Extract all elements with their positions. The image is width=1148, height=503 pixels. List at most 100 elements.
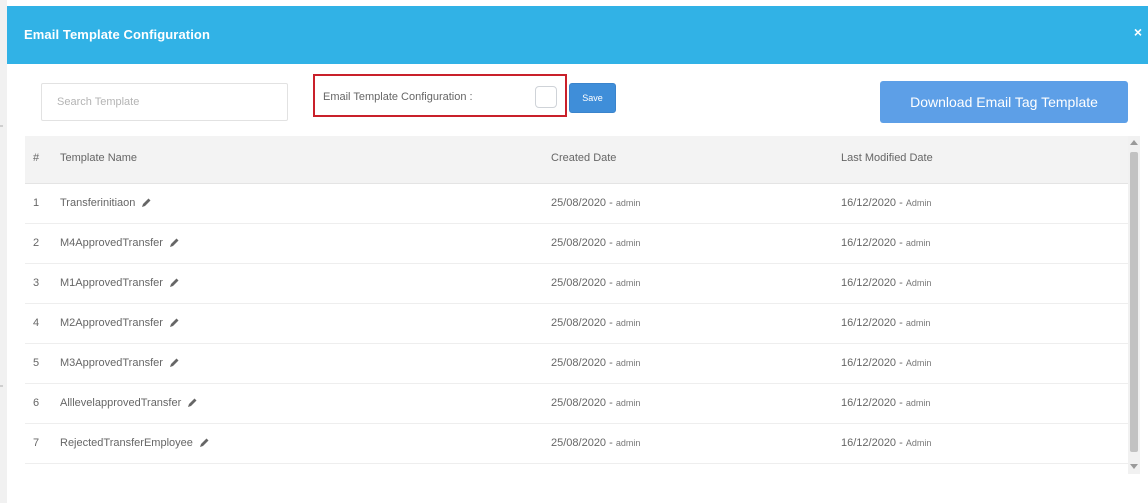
template-name: Transferinitiaon	[60, 197, 136, 209]
modified-by: Admin	[905, 198, 932, 208]
created-by: admin	[615, 318, 641, 328]
table-scrollbar[interactable]	[1128, 136, 1140, 474]
template-table: # Template Name Created Date Last Modifi…	[25, 136, 1128, 464]
created-date-cell: 25/08/2020 - admin	[551, 397, 640, 409]
table-row: 5 M3ApprovedTransfer 25/08/2020 - admin …	[25, 344, 1128, 384]
created-date: 25/08/2020 -	[551, 317, 613, 329]
table-row: 4 M2ApprovedTransfer 25/08/2020 - admin …	[25, 304, 1128, 344]
modified-date: 16/12/2020 -	[841, 237, 903, 249]
modified-date: 16/12/2020 -	[841, 277, 903, 289]
table-row: 2 M4ApprovedTransfer 25/08/2020 - admin …	[25, 224, 1128, 264]
created-by: admin	[615, 198, 641, 208]
template-name: M3ApprovedTransfer	[60, 357, 163, 369]
created-date: 25/08/2020 -	[551, 397, 613, 409]
modified-date-cell: 16/12/2020 - admin	[841, 397, 930, 409]
modified-date-cell: 16/12/2020 - admin	[841, 317, 930, 329]
created-by: admin	[615, 278, 641, 288]
modified-by: admin	[905, 398, 931, 408]
modified-date-cell: 16/12/2020 - Admin	[841, 197, 931, 209]
pencil-icon[interactable]	[168, 277, 180, 289]
template-name-cell: AlllevelapprovedTransfer	[60, 397, 198, 409]
modified-by: Admin	[905, 438, 932, 448]
created-date-cell: 25/08/2020 - admin	[551, 317, 640, 329]
created-date-cell: 25/08/2020 - admin	[551, 197, 640, 209]
table-row: 3 M1ApprovedTransfer 25/08/2020 - admin …	[25, 264, 1128, 304]
table-row: 6 AlllevelapprovedTransfer 25/08/2020 - …	[25, 384, 1128, 424]
modified-date: 16/12/2020 -	[841, 397, 903, 409]
search-input[interactable]	[41, 83, 288, 121]
template-name: RejectedTransferEmployee	[60, 437, 193, 449]
modified-date-cell: 16/12/2020 - Admin	[841, 277, 931, 289]
template-name: M4ApprovedTransfer	[60, 237, 163, 249]
template-name-cell: M4ApprovedTransfer	[60, 237, 180, 249]
created-by: admin	[615, 438, 641, 448]
modified-date-cell: 16/12/2020 - Admin	[841, 437, 931, 449]
template-name-cell: M2ApprovedTransfer	[60, 317, 180, 329]
row-number: 1	[33, 197, 40, 209]
template-name: M2ApprovedTransfer	[60, 317, 163, 329]
created-by: admin	[615, 398, 641, 408]
pencil-icon[interactable]	[198, 437, 210, 449]
pencil-icon[interactable]	[168, 317, 180, 329]
modified-by: admin	[905, 318, 931, 328]
pencil-icon[interactable]	[168, 357, 180, 369]
table-header: # Template Name Created Date Last Modifi…	[25, 136, 1128, 184]
pencil-icon[interactable]	[140, 197, 152, 209]
pencil-icon[interactable]	[168, 237, 180, 249]
created-date: 25/08/2020 -	[551, 197, 613, 209]
email-config-checkbox[interactable]	[535, 86, 557, 108]
row-number: 4	[33, 317, 40, 329]
created-by: admin	[615, 238, 641, 248]
modified-date: 16/12/2020 -	[841, 197, 903, 209]
created-date-cell: 25/08/2020 - admin	[551, 237, 640, 249]
scroll-down-arrow-icon[interactable]	[1130, 464, 1138, 469]
modified-date-cell: 16/12/2020 - admin	[841, 237, 930, 249]
created-date: 25/08/2020 -	[551, 357, 613, 369]
row-number: 3	[33, 277, 40, 289]
template-name-cell: M1ApprovedTransfer	[60, 277, 180, 289]
download-email-tag-template-button[interactable]: Download Email Tag Template	[880, 81, 1128, 123]
background-mark	[0, 125, 3, 127]
modified-date-cell: 16/12/2020 - Admin	[841, 357, 931, 369]
modified-by: Admin	[905, 278, 932, 288]
created-date: 25/08/2020 -	[551, 237, 613, 249]
row-number: 6	[33, 397, 40, 409]
created-date-cell: 25/08/2020 - admin	[551, 277, 640, 289]
template-name-cell: M3ApprovedTransfer	[60, 357, 180, 369]
template-name: AlllevelapprovedTransfer	[60, 397, 182, 409]
scroll-up-arrow-icon[interactable]	[1130, 140, 1138, 145]
modified-by: Admin	[905, 358, 932, 368]
created-date-cell: 25/08/2020 - admin	[551, 357, 640, 369]
modal-title: Email Template Configuration	[24, 27, 211, 42]
background-page-edge	[0, 0, 7, 503]
row-number: 5	[33, 357, 40, 369]
close-icon[interactable]: ×	[1134, 25, 1142, 39]
pencil-icon[interactable]	[186, 397, 198, 409]
email-template-modal: Email Template Configuration × Email Tem…	[7, 6, 1148, 503]
modified-date: 16/12/2020 -	[841, 357, 903, 369]
row-number: 7	[33, 437, 40, 449]
scrollbar-thumb[interactable]	[1130, 152, 1138, 452]
table-row: 7 RejectedTransferEmployee 25/08/2020 - …	[25, 424, 1128, 464]
email-config-label: Email Template Configuration :	[323, 91, 473, 103]
created-by: admin	[615, 358, 641, 368]
background-mark	[0, 385, 3, 387]
template-name: M1ApprovedTransfer	[60, 277, 163, 289]
created-date-cell: 25/08/2020 - admin	[551, 437, 640, 449]
template-name-cell: Transferinitiaon	[60, 197, 152, 209]
modal-header: Email Template Configuration ×	[7, 6, 1148, 64]
modified-date: 16/12/2020 -	[841, 317, 903, 329]
table-row: 1 Transferinitiaon 25/08/2020 - admin 16…	[25, 184, 1128, 224]
column-header-number: #	[33, 152, 40, 164]
email-config-toggle-group: Email Template Configuration :	[313, 74, 567, 117]
column-header-last-modified-date[interactable]: Last Modified Date	[841, 152, 933, 164]
template-name-cell: RejectedTransferEmployee	[60, 437, 210, 449]
row-number: 2	[33, 237, 40, 249]
created-date: 25/08/2020 -	[551, 437, 613, 449]
modified-date: 16/12/2020 -	[841, 437, 903, 449]
created-date: 25/08/2020 -	[551, 277, 613, 289]
column-header-template-name[interactable]: Template Name	[60, 152, 137, 164]
modified-by: admin	[905, 238, 931, 248]
save-button[interactable]: Save	[569, 83, 616, 113]
column-header-created-date[interactable]: Created Date	[551, 152, 616, 164]
